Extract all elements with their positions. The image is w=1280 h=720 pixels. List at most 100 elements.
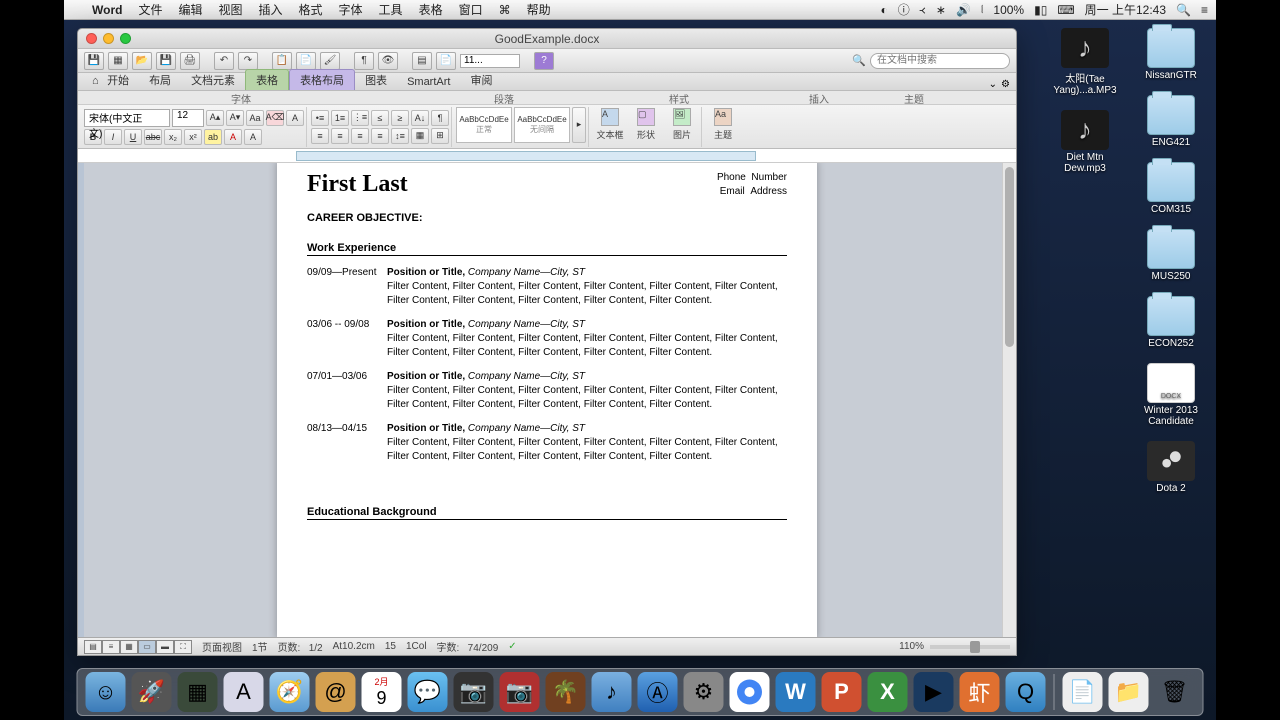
menu-tools[interactable]: 工具 bbox=[371, 1, 411, 18]
career-objective-header[interactable]: CAREER OBJECTIVE: bbox=[307, 212, 787, 224]
sort-icon[interactable]: A↓ bbox=[411, 110, 429, 126]
help-icon[interactable]: ? bbox=[534, 52, 554, 70]
job-date[interactable]: 08/13—04/15 bbox=[307, 422, 387, 464]
scroll-thumb[interactable] bbox=[1005, 167, 1014, 347]
dock-launchpad[interactable]: 🚀 bbox=[132, 672, 172, 712]
sidebar-icon[interactable]: ▤ bbox=[412, 52, 432, 70]
job-company[interactable]: Company Name—City, ST bbox=[465, 423, 585, 434]
volume-icon[interactable]: 🔊 bbox=[956, 3, 971, 17]
dock-document[interactable]: 📄 bbox=[1063, 672, 1103, 712]
align-right-icon[interactable]: ≡ bbox=[351, 128, 369, 144]
col-indicator[interactable]: 1Col bbox=[406, 641, 427, 652]
menu-window[interactable]: 窗口 bbox=[451, 1, 491, 18]
dock-powerpoint[interactable]: P bbox=[822, 672, 862, 712]
style-normal[interactable]: AaBbCcDdEe正常 bbox=[456, 107, 512, 143]
job-title[interactable]: Position or Title, bbox=[387, 319, 465, 330]
desktop-file-mp3-2[interactable]: ♪Diet Mtn Dew.mp3 bbox=[1050, 110, 1120, 174]
save-icon[interactable]: 💾 bbox=[84, 52, 104, 70]
resume-name[interactable]: First Last bbox=[307, 171, 787, 198]
job-description[interactable]: Filter Content, Filter Content, Filter C… bbox=[387, 436, 787, 464]
dock-settings[interactable]: ⚙ bbox=[684, 672, 724, 712]
dock-chrome[interactable] bbox=[730, 672, 770, 712]
multilevel-icon[interactable]: ⋮≡ bbox=[351, 110, 369, 126]
view-publish-icon[interactable]: ▦ bbox=[120, 640, 138, 654]
tab-table[interactable]: 表格 bbox=[245, 69, 289, 90]
document-page[interactable]: First Last Phone Number Email Address CA… bbox=[277, 163, 817, 637]
bluetooth-icon[interactable]: ᚜ bbox=[920, 3, 926, 17]
battery-percent[interactable]: 100% bbox=[993, 3, 1024, 17]
zoom-slider[interactable] bbox=[930, 645, 1010, 649]
job-company[interactable]: Company Name—City, ST bbox=[465, 371, 585, 382]
save2-icon[interactable]: 💾 bbox=[156, 52, 176, 70]
menu-view[interactable]: 视图 bbox=[210, 1, 250, 18]
titlebar[interactable]: GoodExample.docx bbox=[78, 29, 1016, 49]
desktop-folder-com315[interactable]: COM315 bbox=[1136, 162, 1206, 215]
dock-itunes[interactable]: ♪ bbox=[592, 672, 632, 712]
styles-more-icon[interactable]: ▸ bbox=[572, 107, 586, 143]
showmarks-icon[interactable]: ¶ bbox=[431, 110, 449, 126]
shrink-font-icon[interactable]: A▾ bbox=[226, 110, 244, 126]
document-area[interactable]: First Last Phone Number Email Address CA… bbox=[78, 163, 1016, 637]
align-center-icon[interactable]: ≡ bbox=[331, 128, 349, 144]
menu-edit[interactable]: 编辑 bbox=[170, 1, 210, 18]
redo-icon[interactable]: ↷ bbox=[238, 52, 258, 70]
styles-icon[interactable]: A bbox=[286, 110, 304, 126]
highlight-button[interactable]: ab bbox=[204, 129, 222, 145]
indent-left-icon[interactable]: ≤ bbox=[371, 110, 389, 126]
para-icon[interactable]: ¶ bbox=[354, 52, 374, 70]
dock-word[interactable]: W bbox=[776, 672, 816, 712]
view-outline-icon[interactable]: ≡ bbox=[102, 640, 120, 654]
font-name-select[interactable]: 宋体(中文正文) bbox=[84, 109, 170, 127]
job-entry[interactable]: 09/09—PresentPosition or Title, Company … bbox=[307, 266, 787, 308]
font-size-select[interactable]: 12 bbox=[172, 109, 204, 127]
job-description[interactable]: Filter Content, Filter Content, Filter C… bbox=[387, 384, 787, 412]
work-experience-header[interactable]: Work Experience bbox=[307, 242, 787, 256]
notification-icon[interactable]: ≡ bbox=[1201, 3, 1208, 17]
change-case-icon[interactable]: Aa bbox=[246, 110, 264, 126]
align-left-icon[interactable]: ≡ bbox=[311, 128, 329, 144]
open-icon[interactable]: 📂 bbox=[132, 52, 152, 70]
desktop-file-docx[interactable]: Winter 2013 Candidate bbox=[1136, 363, 1206, 427]
job-date[interactable]: 03/06 -- 09/08 bbox=[307, 318, 387, 360]
tab-layout[interactable]: 布局 bbox=[139, 70, 181, 90]
ribbon-settings-icon[interactable]: ⚙ bbox=[1001, 79, 1010, 90]
desktop-folder-eng421[interactable]: ENG421 bbox=[1136, 95, 1206, 148]
dock-photobooth[interactable]: 📷 bbox=[500, 672, 540, 712]
dock-facetime[interactable]: 📷 bbox=[454, 672, 494, 712]
dock-iphoto[interactable]: 🌴 bbox=[546, 672, 586, 712]
subscript-button[interactable]: x₂ bbox=[164, 129, 182, 145]
desktop-folder-mus250[interactable]: MUS250 bbox=[1136, 229, 1206, 282]
underline-button[interactable]: U bbox=[124, 129, 142, 145]
ruler[interactable] bbox=[78, 149, 1016, 163]
resume-contact[interactable]: Phone Number Email Address bbox=[717, 171, 787, 199]
vertical-scrollbar[interactable] bbox=[1002, 163, 1016, 637]
dock-xiami[interactable]: 虾 bbox=[960, 672, 1000, 712]
tab-chart[interactable]: 图表 bbox=[355, 70, 397, 90]
tab-elements[interactable]: 文档元素 bbox=[181, 70, 245, 90]
menu-help[interactable]: 帮助 bbox=[519, 1, 559, 18]
spellcheck-icon[interactable]: ✓ bbox=[508, 641, 516, 652]
text-effects-icon[interactable]: A bbox=[244, 129, 262, 145]
show-icon[interactable]: 👁 bbox=[378, 52, 398, 70]
paste-icon[interactable]: 📄 bbox=[296, 52, 316, 70]
view-layout-icon[interactable]: ▭ bbox=[138, 640, 156, 654]
view-icon[interactable]: ▦ bbox=[108, 52, 128, 70]
job-entry[interactable]: 07/01—03/06Position or Title, Company Na… bbox=[307, 370, 787, 412]
siri-icon[interactable]: ◐ bbox=[881, 3, 888, 17]
picture-button[interactable]: 🖼图片 bbox=[665, 107, 699, 143]
job-description[interactable]: Filter Content, Filter Content, Filter C… bbox=[387, 332, 787, 360]
job-entry[interactable]: 03/06 -- 09/08Position or Title, Company… bbox=[307, 318, 787, 360]
print-icon[interactable]: 🖨 bbox=[180, 52, 200, 70]
align-justify-icon[interactable]: ≡ bbox=[371, 128, 389, 144]
dock-contacts[interactable]: @ bbox=[316, 672, 356, 712]
tab-home[interactable]: ⌂ 开始 bbox=[82, 70, 139, 90]
view-fullscreen-icon[interactable]: ⛶ bbox=[174, 640, 192, 654]
tab-review[interactable]: 审阅 bbox=[460, 70, 502, 90]
app-name[interactable]: Word bbox=[84, 3, 130, 17]
job-title[interactable]: Position or Title, bbox=[387, 267, 465, 278]
input-icon[interactable]: ⌨ bbox=[1057, 3, 1074, 17]
dock-downloads[interactable]: 📁 bbox=[1109, 672, 1149, 712]
ribbon-collapse-icon[interactable]: ⌄ bbox=[989, 79, 997, 90]
menu-table[interactable]: 表格 bbox=[411, 1, 451, 18]
desktop-file-mp3-1[interactable]: ♪太阳(Tae Yang)...a.MP3 bbox=[1050, 28, 1120, 96]
